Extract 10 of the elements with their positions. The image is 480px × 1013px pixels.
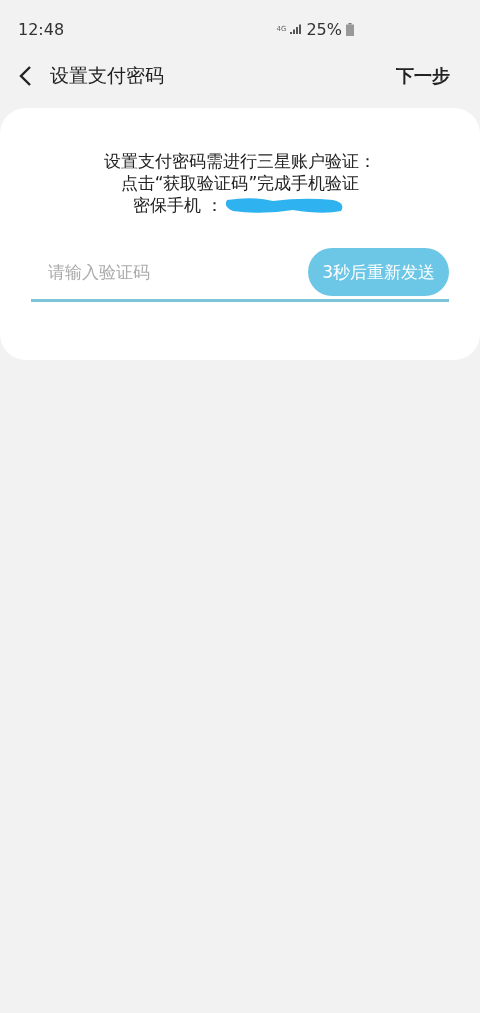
signal-icon [290,24,303,34]
battery-icon [346,22,354,36]
battery-percent: 25% [306,19,342,39]
page-title: 设置支付密码 [50,63,164,88]
next-button[interactable]: 下一步 [396,62,450,90]
phone-label: 密保手机 ： [132,194,224,216]
instruction-text: 点击“获取验证码”完成手机验证 [120,172,360,194]
back-icon[interactable] [18,65,32,87]
instruction-text: 设置支付密码需进行三星账户验证： [104,150,376,172]
status-time: 12:48 [18,19,65,39]
